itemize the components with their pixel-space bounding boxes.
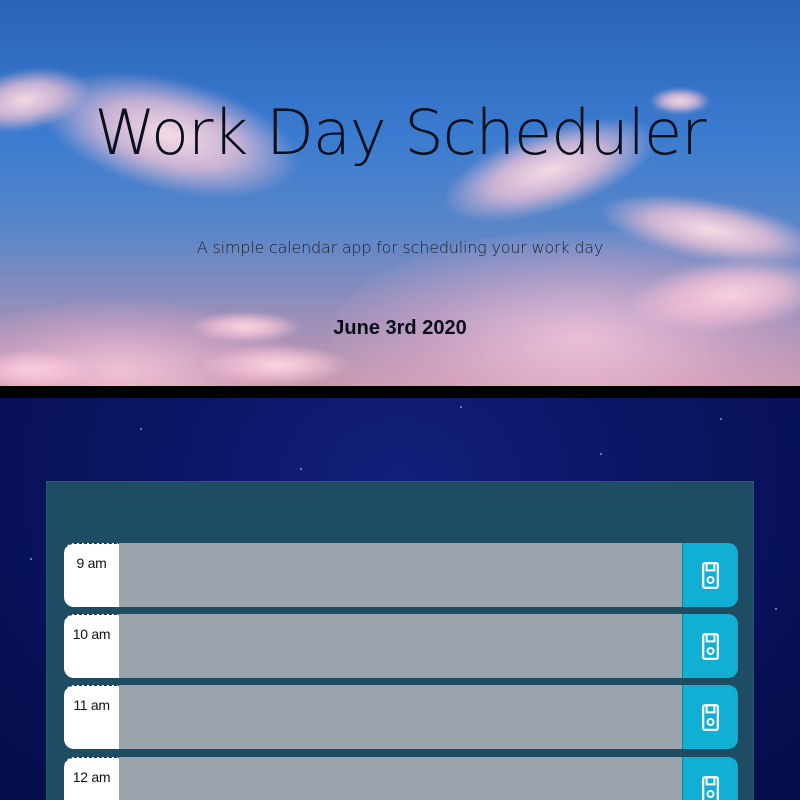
event-description-input[interactable] xyxy=(119,614,682,678)
hour-label: 9 am xyxy=(64,543,119,607)
header-divider xyxy=(0,386,800,398)
floppy-disk-icon xyxy=(702,632,719,660)
current-day: June 3rd 2020 xyxy=(333,317,467,339)
event-description-input[interactable] xyxy=(119,543,682,607)
star-decoration xyxy=(300,468,302,470)
hour-label: 10 am xyxy=(64,614,119,678)
floppy-disk-icon xyxy=(702,775,719,800)
floppy-disk-icon xyxy=(702,561,719,589)
save-button[interactable] xyxy=(682,543,738,607)
time-block: 10 am xyxy=(64,614,738,678)
save-button[interactable] xyxy=(682,614,738,678)
floppy-disk-icon xyxy=(702,703,719,731)
event-description-input[interactable] xyxy=(119,685,682,749)
hour-label: 12 am xyxy=(64,757,119,800)
star-decoration xyxy=(600,453,602,455)
save-button[interactable] xyxy=(682,757,738,800)
hour-label: 11 am xyxy=(64,685,119,749)
star-decoration xyxy=(140,428,142,430)
page-subtitle: A simple calendar app for scheduling you… xyxy=(196,238,604,257)
jumbotron-header: Work Day Scheduler A simple calendar app… xyxy=(0,0,800,386)
star-decoration xyxy=(460,406,462,408)
star-decoration xyxy=(720,418,722,420)
time-block: 12 am xyxy=(64,757,738,800)
save-button[interactable] xyxy=(682,685,738,749)
event-description-input[interactable] xyxy=(119,757,682,800)
scheduler-container: 9 am 10 am 11 am 12 am xyxy=(46,481,754,800)
time-block: 11 am xyxy=(64,685,738,749)
page-title: Work Day Scheduler xyxy=(94,96,706,169)
page: Work Day Scheduler A simple calendar app… xyxy=(0,0,800,800)
time-block: 9 am xyxy=(64,543,738,607)
star-decoration xyxy=(775,608,777,610)
star-decoration xyxy=(30,558,32,560)
